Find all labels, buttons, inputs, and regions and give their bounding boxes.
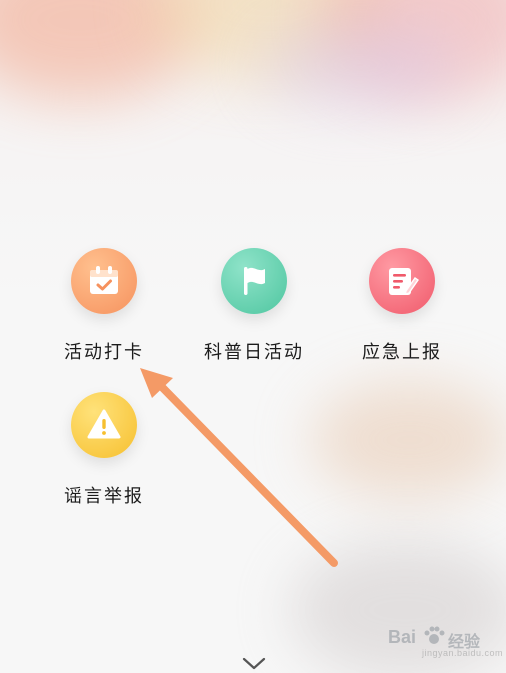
menu-item-label: 应急上报 — [362, 342, 442, 363]
warning-icon — [71, 392, 137, 458]
menu-item-label: 谣言举报 — [64, 486, 144, 507]
chevron-down-icon[interactable] — [242, 657, 266, 671]
menu-item-label: 活动打卡 — [64, 342, 144, 363]
menu-item-science-day[interactable]: 科普日活动 — [184, 248, 324, 368]
calendar-check-icon — [71, 248, 137, 314]
background-blob — [310, 380, 506, 500]
menu-item-emergency-report[interactable]: 应急上报 — [332, 248, 472, 368]
menu-item-activity-checkin[interactable]: 活动打卡 — [34, 248, 174, 368]
background-blob — [260, 20, 460, 110]
watermark-brand: Bai — [388, 627, 417, 647]
baidu-jingyan-watermark: Bai 经验 jingyan.baidu.com — [388, 622, 504, 662]
paw-icon — [424, 626, 445, 644]
report-edit-icon — [369, 248, 435, 314]
watermark-url: jingyan.baidu.com — [422, 648, 504, 658]
menu-item-rumor-report[interactable]: 谣言举报 — [34, 392, 174, 512]
menu-item-label: 科普日活动 — [204, 342, 304, 363]
flag-icon — [221, 248, 287, 314]
